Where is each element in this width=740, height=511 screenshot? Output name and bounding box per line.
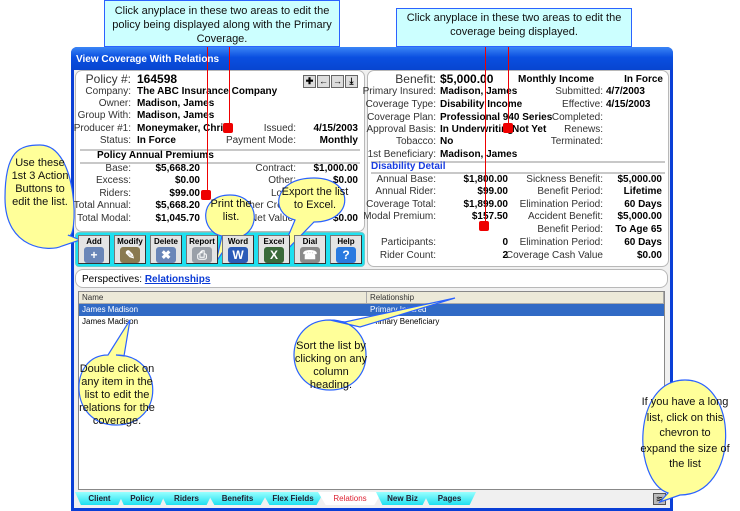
callout-shapes — [4, 144, 727, 504]
callout-double-click-text: Double click on any item in the list to … — [79, 363, 155, 427]
button-label: Delete — [153, 237, 178, 246]
dial-button[interactable]: Dial ☎ — [294, 235, 326, 264]
word-button[interactable]: Word W — [222, 235, 254, 264]
callout-print-text: Print the list. — [210, 198, 252, 223]
callout-sort-text: Sort the list by clicking on any column … — [294, 340, 368, 391]
button-label: Dial — [302, 237, 318, 246]
delete-button[interactable]: Delete ✖ — [150, 235, 182, 264]
callout-action-buttons-text: Use these 1st 3 Action Buttons to edit t… — [11, 157, 69, 208]
help-button[interactable]: Help? — [330, 235, 362, 264]
excel-button[interactable]: Excel X — [258, 235, 290, 264]
word-icon: W — [228, 247, 248, 263]
modify-icon: ✎ — [120, 247, 140, 263]
add-icon: + — [84, 247, 104, 263]
report-button[interactable]: Report ⎙ — [186, 235, 218, 264]
button-label: Modify — [117, 237, 143, 246]
button-label: Help — [337, 237, 355, 246]
button-label: Word — [227, 237, 249, 246]
callout-chevron-text: If you have a long list, click on this c… — [640, 396, 730, 470]
delete-icon: ✖ — [156, 247, 176, 263]
report-icon: ⎙ — [192, 247, 212, 263]
button-label: Excel — [263, 237, 285, 246]
callout-export-text: Export the list to Excel. — [281, 186, 349, 211]
help-icon: ? — [336, 247, 356, 263]
dial-icon: ☎ — [300, 247, 320, 263]
button-label: Report — [189, 237, 215, 246]
excel-icon: X — [264, 247, 284, 263]
modify-button[interactable]: Modify ✎ — [114, 235, 146, 264]
add-button[interactable]: Add + — [78, 235, 110, 264]
button-label: Add — [86, 237, 102, 246]
